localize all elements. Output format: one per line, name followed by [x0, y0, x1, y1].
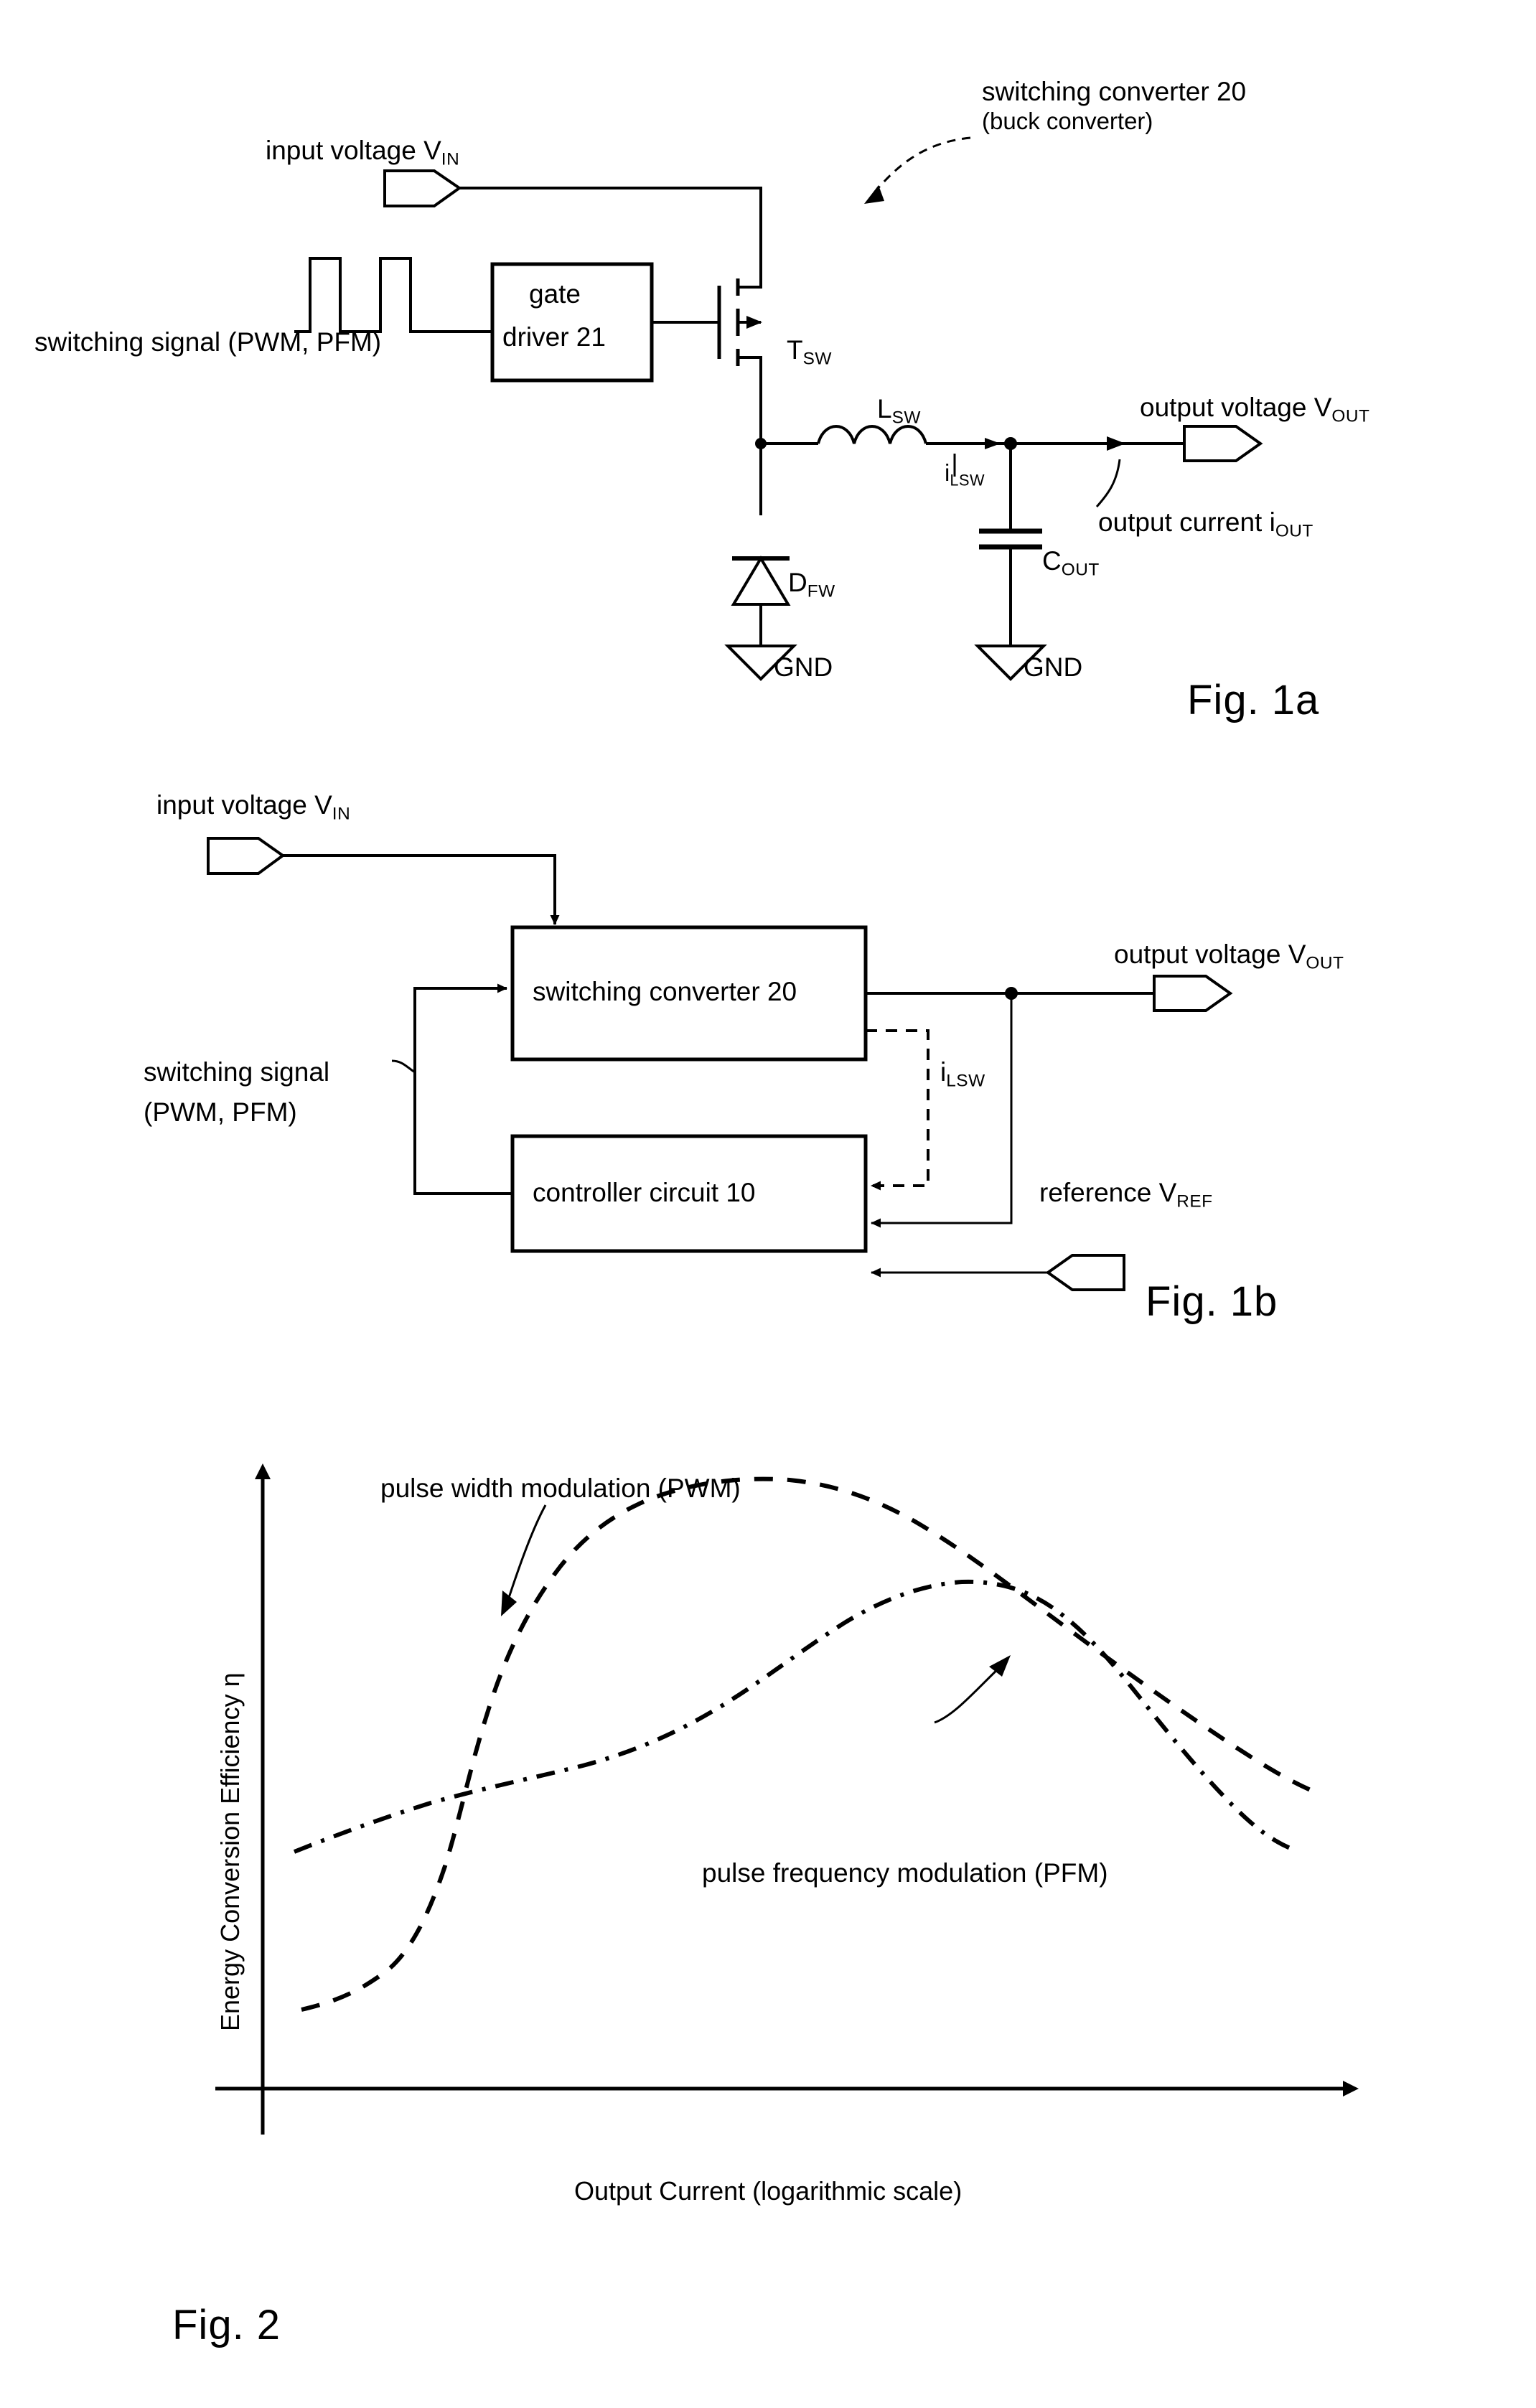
fig1a-ilsw-subscript: LSW: [950, 471, 985, 489]
vin-wire-1b: [283, 854, 560, 925]
figure-1a-circuit: [294, 136, 1263, 681]
fig1a-input-voltage-label: input voltage VIN: [266, 136, 460, 169]
fig1a-ground-left-label: GND: [774, 652, 833, 682]
diode-dfw-symbol-1a: [731, 556, 791, 646]
fig1b-feedback-current-label: iLSW: [940, 1057, 985, 1091]
figure-2-chart: [215, 1463, 1359, 2135]
mosfet-tsw-symbol-1a: [717, 274, 762, 420]
fig1a-vout-subscript: OUT: [1331, 406, 1370, 426]
input-port-symbol-1a: [383, 169, 462, 207]
fig1b-switching-signal-line2: (PWM, PFM): [144, 1097, 297, 1127]
switching-signal-wire-1b: [413, 983, 512, 1195]
fig1b-converter-block-label: switching converter 20: [533, 977, 797, 1006]
fig1b-controller-block-label: controller circuit 10: [533, 1178, 756, 1207]
fig1a-inductor-label: LSW: [877, 394, 921, 428]
fig1b-switching-signal-line1: switching signal: [144, 1057, 330, 1087]
fig1a-inductor-current-label: iLSW: [945, 459, 985, 489]
fig2-caption: Fig. 2: [172, 2302, 281, 2348]
fig1a-ground-right-label: GND: [1024, 652, 1083, 682]
chart-pwm-annotation: pulse width modulation (PWM): [380, 1474, 741, 1503]
fig1a-cout-subscript: OUT: [1061, 560, 1100, 580]
fig1b-caption: Fig. 1b: [1146, 1278, 1278, 1325]
eta-symbol: η: [215, 1672, 245, 1687]
converter-callout-arrowhead-1a: [864, 185, 884, 204]
fig1a-callout-line2: (buck converter): [982, 108, 1153, 134]
chart-series-pfm: [293, 1579, 1293, 1854]
fig1a-capacitor-label: COUT: [1042, 546, 1100, 580]
inductor-lsw-symbol-1a: [817, 425, 927, 444]
figure-1b-blockdiagram: [207, 837, 1233, 1291]
chart-series-pwm: [301, 1476, 1322, 2012]
output-port-symbol-1b: [1153, 975, 1233, 1012]
input-port-symbol-1b: [207, 837, 286, 875]
vout-feedback-wire-1b: [871, 993, 1013, 1228]
fig1b-input-voltage-label: input voltage VIN: [156, 790, 351, 824]
vin-wire-1a: [459, 187, 762, 274]
fig1b-reference-label: reference VREF: [1039, 1178, 1213, 1212]
fig1b-output-voltage-label: output voltage VOUT: [1114, 940, 1344, 973]
fig1b-vref-subscript: REF: [1176, 1191, 1213, 1212]
fig1a-caption: Fig. 1a: [1187, 677, 1320, 723]
output-port-symbol-1a: [1183, 425, 1263, 462]
fig1a-vin-subscript: IN: [441, 149, 460, 169]
switching-signal-waveform-1a: [294, 257, 445, 333]
chart-y-axis-label: Energy Conversion Efficiency η: [215, 1672, 245, 2031]
fig1a-transistor-label: TSW: [787, 335, 832, 369]
switching-signal-leader-1b: [391, 1059, 416, 1074]
figure-vector-layer: [207, 136, 1359, 2135]
converter-callout-leader-1a: [868, 136, 971, 199]
fig1a-tsw-subscript: SW: [802, 349, 832, 369]
fig1b-vout-subscript: OUT: [1306, 953, 1344, 973]
fig1a-callout-line1: switching converter 20: [982, 77, 1247, 106]
fig1b-vin-subscript: IN: [332, 804, 351, 824]
reference-port-symbol-1b: [1045, 1254, 1125, 1291]
fig1a-gate-driver-line1: gate: [529, 279, 581, 309]
fig1a-diode-label: DFW: [788, 568, 835, 601]
chart-pfm-annotation: pulse frequency modulation (PFM): [702, 1858, 1108, 1888]
fig1a-switching-signal-label: switching signal (PWM, PFM): [34, 327, 382, 357]
capacitor-cout-symbol-1a: [979, 528, 1042, 646]
fig1a-iout-subscript: OUT: [1275, 521, 1313, 541]
fig1a-output-voltage-label: output voltage VOUT: [1140, 393, 1370, 426]
pwm-annotation-leader: [505, 1504, 547, 1605]
fig1a-lsw-subscript: SW: [891, 408, 921, 428]
pfm-annotation-leader: [934, 1664, 1003, 1724]
fig1a-output-current-label: output current iOUT: [1098, 507, 1313, 541]
output-current-leader-1a: [1095, 459, 1121, 507]
patent-drawing-sheet: input voltage VIN switching converter 20…: [0, 0, 1536, 2408]
fig1a-gate-driver-line2: driver 21: [502, 322, 606, 352]
fig1a-dfw-subscript: FW: [807, 581, 835, 601]
fig1b-ilsw-subscript: LSW: [946, 1071, 985, 1091]
ilsw-feedback-wire-1b: [866, 1029, 929, 1191]
chart-x-axis-label: Output Current (logarithmic scale): [574, 2176, 963, 2206]
